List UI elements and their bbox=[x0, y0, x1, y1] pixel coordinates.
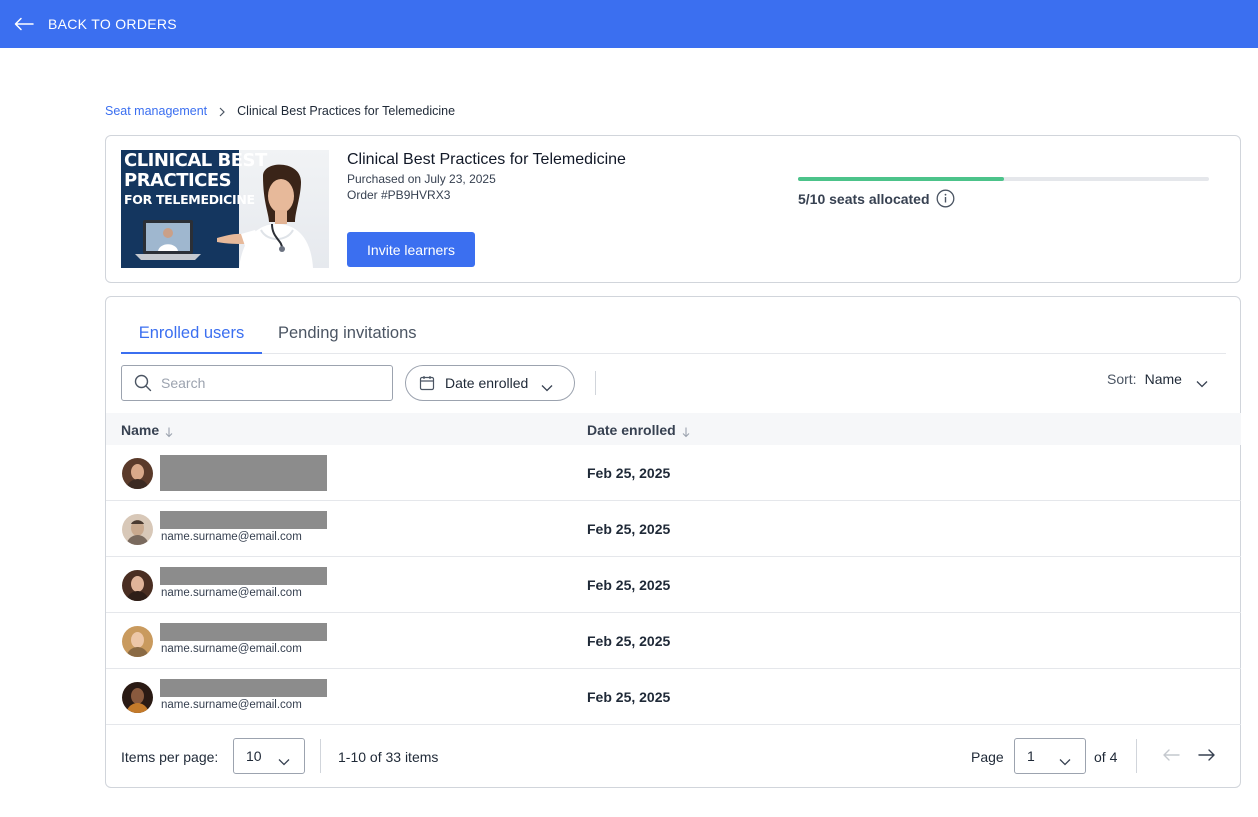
arrow-left-icon bbox=[1163, 749, 1180, 761]
table-row[interactable]: name.surname@email.com Feb 25, 2025 bbox=[106, 557, 1241, 613]
date-enrolled-filter[interactable]: Date enrolled bbox=[405, 365, 575, 401]
calendar-icon bbox=[419, 375, 435, 391]
date-enrolled-filter-label: Date enrolled bbox=[445, 375, 529, 391]
seats-allocated: 5/10 seats allocated bbox=[798, 189, 955, 208]
date-enrolled: Feb 25, 2025 bbox=[587, 689, 671, 705]
chevron-down-icon bbox=[1196, 375, 1208, 388]
redacted-name bbox=[160, 455, 327, 491]
redacted-name bbox=[160, 679, 327, 697]
page-label: Page bbox=[971, 749, 1004, 765]
avatar bbox=[122, 626, 153, 657]
table-row[interactable]: name.surname@email.com Feb 25, 2025 bbox=[106, 501, 1241, 557]
sort-dropdown[interactable]: Sort: Name bbox=[1107, 371, 1208, 388]
redacted-name bbox=[160, 567, 327, 585]
seats-allocated-label: 5/10 seats allocated bbox=[798, 190, 930, 207]
tab-pending-invitations[interactable]: Pending invitations bbox=[278, 324, 417, 343]
table-row[interactable]: Feb 25, 2025 bbox=[106, 445, 1241, 501]
info-icon[interactable] bbox=[936, 189, 955, 208]
chevron-down-icon bbox=[541, 379, 553, 392]
arrow-down-icon bbox=[682, 425, 690, 437]
order-number: Order #PB9HVRX3 bbox=[347, 188, 451, 202]
avatar bbox=[122, 514, 153, 545]
user-email: name.surname@email.com bbox=[161, 531, 302, 543]
items-per-page-value: 10 bbox=[246, 748, 262, 764]
avatar bbox=[122, 570, 153, 601]
table-row[interactable]: name.surname@email.com Feb 25, 2025 bbox=[106, 613, 1241, 669]
toolbar-divider bbox=[595, 371, 596, 395]
table-row[interactable]: name.surname@email.com Feb 25, 2025 bbox=[106, 669, 1241, 725]
arrow-right-icon bbox=[1198, 749, 1215, 761]
user-email: name.surname@email.com bbox=[161, 699, 302, 711]
avatar bbox=[122, 682, 153, 713]
redacted-name bbox=[160, 511, 327, 529]
search-field[interactable] bbox=[121, 365, 393, 401]
product-title: Clinical Best Practices for Telemedicine bbox=[347, 151, 626, 168]
back-to-orders-link[interactable]: BACK TO ORDERS bbox=[48, 16, 177, 32]
date-enrolled: Feb 25, 2025 bbox=[587, 633, 671, 649]
avatar bbox=[122, 458, 153, 489]
seats-progress-bar bbox=[798, 177, 1209, 181]
thumbnail-title-line2: PRACTICES bbox=[124, 170, 232, 191]
search-input[interactable] bbox=[161, 375, 381, 391]
thumbnail-title-line3: FOR TELEMEDICINE bbox=[124, 192, 255, 207]
chevron-right-icon bbox=[218, 106, 226, 117]
purchase-date: Purchased on July 23, 2025 bbox=[347, 172, 496, 186]
table-header: Name Date enrolled bbox=[106, 413, 1241, 445]
breadcrumb-seat-management[interactable]: Seat management bbox=[105, 104, 207, 118]
redacted-name bbox=[160, 623, 327, 641]
column-header-name[interactable]: Name bbox=[121, 422, 173, 438]
total-pages: of 4 bbox=[1094, 749, 1118, 765]
invite-learners-button[interactable]: Invite learners bbox=[347, 232, 475, 267]
course-thumbnail: CLINICAL BEST PRACTICES FOR TELEMEDICINE bbox=[121, 150, 329, 268]
seats-progress-fill bbox=[798, 177, 1004, 181]
sort-value: Name bbox=[1144, 371, 1182, 387]
chevron-down-icon bbox=[278, 753, 290, 766]
page-select[interactable]: 1 bbox=[1014, 738, 1086, 774]
date-enrolled: Feb 25, 2025 bbox=[587, 521, 671, 537]
chevron-down-icon bbox=[1059, 753, 1071, 766]
tab-enrolled-users[interactable]: Enrolled users bbox=[121, 324, 262, 354]
footer-divider bbox=[1136, 739, 1137, 773]
enrolled-users-card: Enrolled users Pending invitations Date … bbox=[105, 296, 1241, 788]
search-icon bbox=[134, 374, 152, 392]
user-email: name.surname@email.com bbox=[161, 587, 302, 599]
thumbnail-title-line1: CLINICAL BEST bbox=[124, 150, 267, 171]
previous-page-button[interactable] bbox=[1161, 745, 1181, 765]
next-page-button[interactable] bbox=[1197, 745, 1217, 765]
user-email: name.surname@email.com bbox=[161, 643, 302, 655]
date-enrolled: Feb 25, 2025 bbox=[587, 577, 671, 593]
tabs: Enrolled users Pending invitations bbox=[121, 297, 1226, 354]
product-card: CLINICAL BEST PRACTICES FOR TELEMEDICINE… bbox=[105, 135, 1241, 283]
page-value: 1 bbox=[1027, 748, 1035, 764]
arrow-down-icon bbox=[165, 425, 173, 437]
arrow-left-icon bbox=[14, 17, 34, 31]
footer-divider bbox=[320, 739, 321, 773]
items-per-page-label: Items per page: bbox=[121, 749, 219, 765]
sort-prefix: Sort: bbox=[1107, 371, 1137, 387]
column-header-date-enrolled[interactable]: Date enrolled bbox=[587, 422, 690, 438]
pagination-footer: Items per page: 10 1-10 of 33 items Page… bbox=[106, 725, 1241, 788]
breadcrumb-current: Clinical Best Practices for Telemedicine bbox=[237, 104, 456, 118]
back-to-orders-bar[interactable]: BACK TO ORDERS bbox=[0, 0, 1258, 48]
items-range: 1-10 of 33 items bbox=[338, 749, 439, 765]
items-per-page-select[interactable]: 10 bbox=[233, 738, 305, 774]
date-enrolled: Feb 25, 2025 bbox=[587, 465, 671, 481]
breadcrumb: Seat management Clinical Best Practices … bbox=[105, 104, 455, 118]
